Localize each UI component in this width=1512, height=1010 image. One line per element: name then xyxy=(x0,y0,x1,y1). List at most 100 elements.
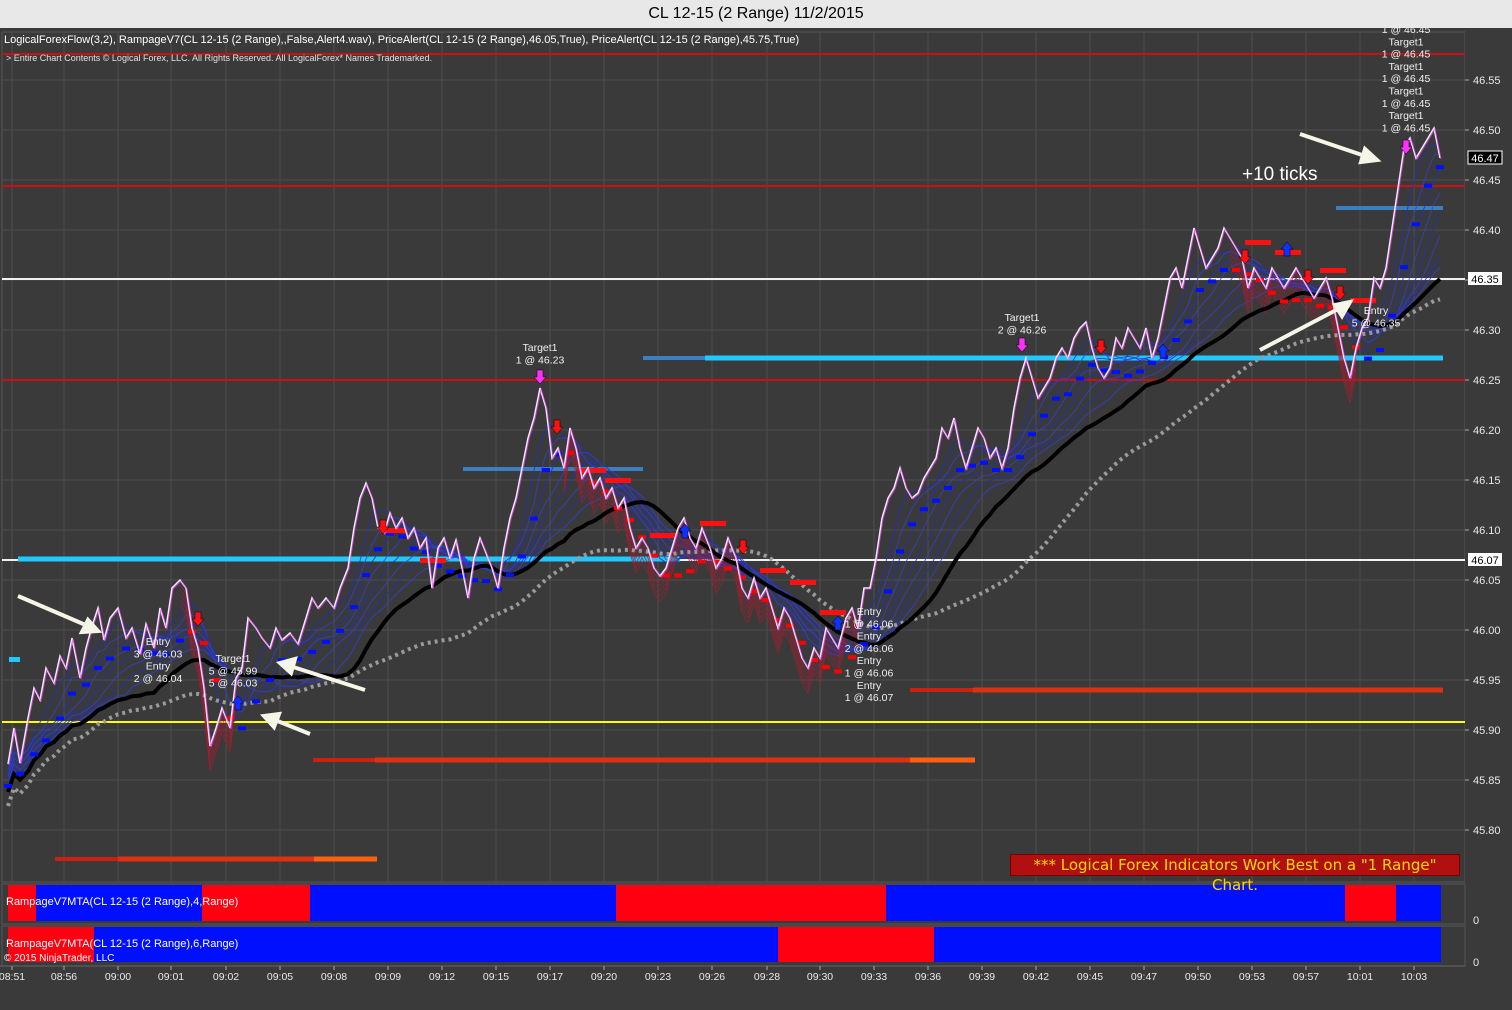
dot-blue xyxy=(56,716,64,721)
time-axis-label: 09:45 xyxy=(1077,971,1103,983)
dot-blue xyxy=(956,468,964,472)
dot-blue xyxy=(176,638,184,643)
price-axis-label: 46.05 xyxy=(1473,575,1501,587)
trade-annotation-line: Target1 xyxy=(1004,312,1039,324)
mta-panel-1-label: RampageV7MTA(CL 12-15 (2 Range),4,Range) xyxy=(6,896,238,908)
dot-red xyxy=(1340,325,1348,330)
time-axis-label: 09:15 xyxy=(483,971,509,983)
trade-annotation: Target15 @ 45.995 @ 46.03 xyxy=(209,653,258,690)
time-axis-label: 09:01 xyxy=(158,971,184,983)
dot-red xyxy=(674,573,682,578)
time-axis-label: 09:09 xyxy=(375,971,401,983)
price-axis-label: 46.40 xyxy=(1473,225,1501,237)
dot-blue xyxy=(1424,183,1432,188)
dot-blue xyxy=(1208,279,1216,284)
mta-segment-red xyxy=(778,927,934,962)
time-axis-label: 08:56 xyxy=(51,971,77,983)
dot-blue xyxy=(94,666,102,670)
step-block-red xyxy=(650,533,676,538)
dot-blue xyxy=(1172,338,1180,342)
dot-blue xyxy=(1376,348,1384,352)
dot-red xyxy=(834,669,842,674)
dot-red xyxy=(1304,298,1312,302)
price-axis-label: 46.25 xyxy=(1473,375,1501,387)
dot-blue xyxy=(410,546,418,551)
dot-red xyxy=(798,640,806,645)
time-axis-label: 09:02 xyxy=(213,971,239,983)
dot-red xyxy=(848,655,856,660)
step-block-red xyxy=(1320,268,1346,273)
dot-blue xyxy=(908,522,916,527)
time-axis-label: 09:33 xyxy=(861,971,887,983)
dot-blue xyxy=(1016,455,1024,460)
dot-blue xyxy=(30,752,38,757)
dot-blue xyxy=(336,628,344,633)
dot-blue xyxy=(446,569,454,574)
dot-blue xyxy=(992,468,1000,472)
price-axis-label: 46.45 xyxy=(1473,175,1501,187)
dot-blue xyxy=(1412,222,1420,227)
mta-segment-blue xyxy=(886,885,1345,921)
trade-annotation-line: Entry xyxy=(146,636,171,648)
dot-blue xyxy=(308,649,316,654)
dot-blue xyxy=(1400,265,1408,270)
dot-blue xyxy=(82,682,90,687)
dot-blue xyxy=(1040,413,1048,418)
time-axis-label: 09:20 xyxy=(591,971,617,983)
ninja-copyright: © 2015 NinjaTrader, LLC xyxy=(4,953,114,964)
price-axis-label: 45.85 xyxy=(1473,775,1501,787)
dot-blue xyxy=(1184,319,1192,324)
dot-blue xyxy=(122,646,130,651)
trade-annotation: Target12 @ 46.26 xyxy=(998,312,1047,336)
trade-annotation-line: 5 @ 46.03 xyxy=(209,678,258,690)
time-axis-label: 09:47 xyxy=(1131,971,1157,983)
time-axis-label: 09:23 xyxy=(645,971,671,983)
time-axis-label: 09:30 xyxy=(807,971,833,983)
trade-annotation-line: Target1 xyxy=(522,342,557,354)
current-price-value: 46.47 xyxy=(1471,153,1499,165)
step-block-red xyxy=(760,568,786,573)
time-axis-label: 08:51 xyxy=(0,971,25,983)
step-block-red xyxy=(1245,240,1271,245)
price-tag-46-07-value: 46.07 xyxy=(1471,555,1499,567)
time-axis-label: 09:17 xyxy=(537,971,563,983)
step-block-red xyxy=(700,521,726,526)
trade-annotation-line: Entry xyxy=(857,655,882,667)
step-block-red xyxy=(420,558,446,563)
time-axis-label: 10:03 xyxy=(1401,971,1427,983)
time-axis-label: 09:36 xyxy=(915,971,941,983)
dot-blue xyxy=(374,547,382,552)
dot-red xyxy=(1316,303,1324,308)
trade-annotation-line: Entry xyxy=(857,606,882,618)
dot-blue xyxy=(542,468,550,472)
dot-blue xyxy=(16,771,24,776)
dot-red xyxy=(1268,290,1276,295)
trade-annotation-line: Target1 xyxy=(1388,61,1423,73)
dot-red xyxy=(626,518,634,522)
time-axis-label: 10:01 xyxy=(1347,971,1373,983)
step-block-red xyxy=(820,610,846,615)
mta-panel-2-label: RampageV7MTA(CL 12-15 (2 Range),6,Range) xyxy=(6,938,238,950)
chart-notice: *** Logical Forex Indicators Work Best o… xyxy=(1010,854,1460,894)
step-block-red xyxy=(790,580,816,585)
trade-annotation-line: Entry xyxy=(146,661,171,673)
price-tag-46-35-value: 46.35 xyxy=(1471,274,1499,286)
dot-blue xyxy=(920,507,928,512)
dot-blue xyxy=(106,656,114,661)
price-axis-label: 46.00 xyxy=(1473,625,1501,637)
time-axis-label: 09:08 xyxy=(321,971,347,983)
dot-blue xyxy=(252,699,260,704)
dot-blue xyxy=(238,726,246,731)
dot-red xyxy=(200,641,208,646)
dot-blue xyxy=(1124,373,1132,378)
dot-blue xyxy=(896,549,904,554)
marker-cyan-left xyxy=(9,657,20,662)
time-axis-label: 09:26 xyxy=(699,971,725,983)
dot-blue xyxy=(1220,268,1228,272)
step-block-red xyxy=(605,478,631,483)
dot-blue xyxy=(980,460,988,465)
trade-annotation-line: 1 @ 46.07 xyxy=(845,692,894,704)
dot-blue xyxy=(350,605,358,610)
trade-annotation-line: 2 @ 46.04 xyxy=(134,673,183,685)
price-axis-label: 46.20 xyxy=(1473,425,1501,437)
